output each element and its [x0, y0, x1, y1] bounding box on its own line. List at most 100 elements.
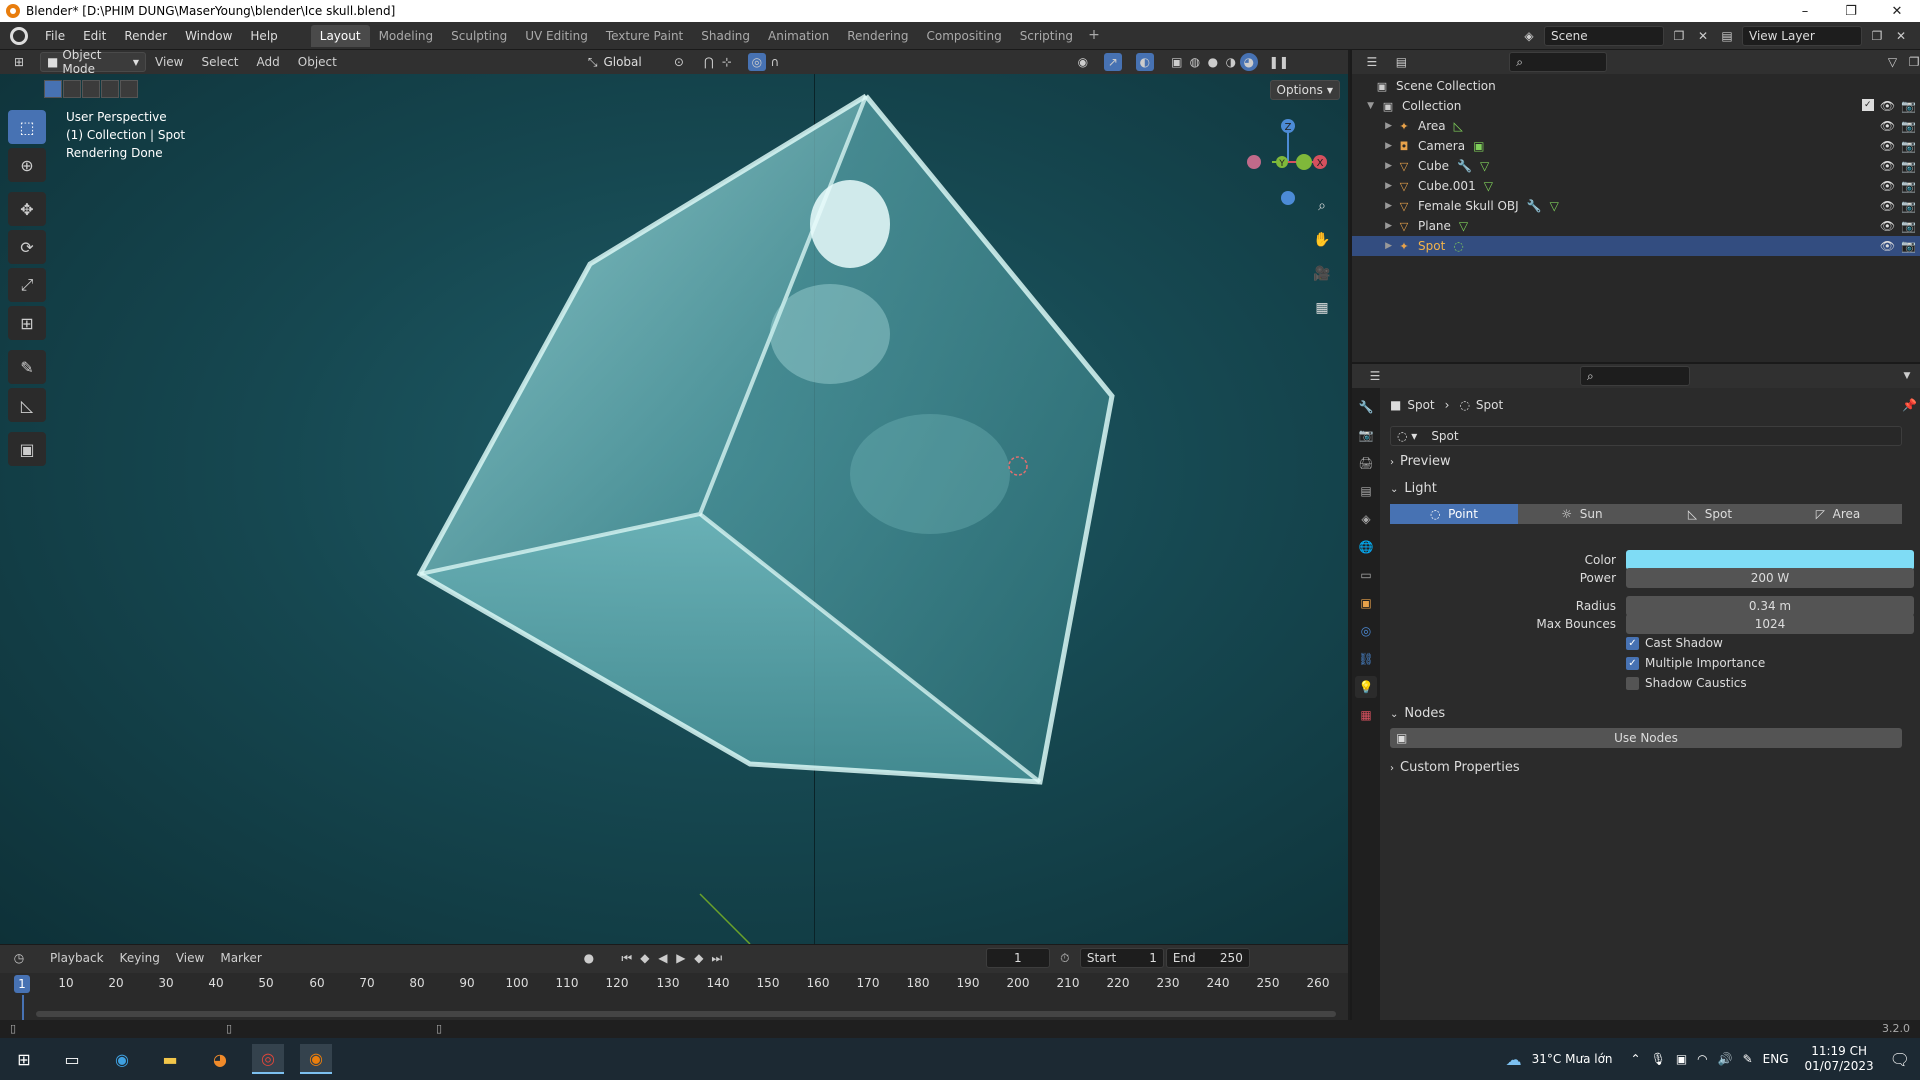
menu-window[interactable]: Window: [176, 29, 241, 43]
eye-icon[interactable]: 👁: [1880, 159, 1895, 173]
menu-keying[interactable]: Keying: [112, 951, 168, 965]
pin-icon[interactable]: 📌: [1902, 398, 1917, 412]
volume-icon[interactable]: 🔊: [1718, 1052, 1733, 1066]
eye-icon[interactable]: 👁: [1880, 219, 1895, 233]
light-data-tab-icon[interactable]: 💡: [1355, 676, 1377, 698]
timeline-editor-type-icon[interactable]: ◷: [10, 949, 28, 967]
menu-marker[interactable]: Marker: [212, 951, 269, 965]
menu-render[interactable]: Render: [115, 29, 176, 43]
eye-icon[interactable]: 👁: [1880, 179, 1895, 193]
tab-shading[interactable]: Shading: [692, 25, 759, 47]
material-shading-icon[interactable]: ◑: [1222, 53, 1240, 71]
collapse-arrow-icon[interactable]: ▼: [1352, 101, 1374, 111]
light-type-point[interactable]: ◌ Point: [1390, 504, 1518, 524]
notification-icon[interactable]: 🗨: [1890, 1050, 1910, 1069]
outliner-item-cube[interactable]: ▶ ▽ Cube 🔧 ▽ 👁 📷: [1352, 156, 1920, 176]
world-tab-icon[interactable]: 🌐: [1355, 536, 1377, 558]
expand-arrow-icon[interactable]: ▶: [1352, 181, 1396, 191]
eye-icon[interactable]: 👁: [1880, 239, 1895, 253]
tab-compositing[interactable]: Compositing: [917, 25, 1010, 47]
chevron-up-icon[interactable]: ⌃: [1631, 1052, 1641, 1066]
solid-shading-icon[interactable]: ●: [1204, 53, 1222, 71]
tab-texture-paint[interactable]: Texture Paint: [597, 25, 692, 47]
menu-help[interactable]: Help: [241, 29, 286, 43]
add-workspace-button[interactable]: +: [1082, 25, 1106, 47]
mode-dropdown[interactable]: ■ Object Mode ▼: [40, 48, 146, 76]
blender-taskbar-icon[interactable]: ◉: [300, 1044, 332, 1074]
chrome-icon[interactable]: ◎: [252, 1044, 284, 1074]
task-view-icon[interactable]: ▭: [56, 1044, 88, 1074]
camera-render-icon[interactable]: 📷: [1901, 119, 1916, 133]
microphone-icon[interactable]: 🎙: [1651, 1052, 1666, 1066]
outliner-item-camera[interactable]: ▶ ◘ Camera ▣ 👁 📷: [1352, 136, 1920, 156]
display-mode-icon[interactable]: ▤: [1394, 53, 1410, 71]
stopwatch-icon[interactable]: ⏱: [1056, 949, 1074, 967]
outliner-collection[interactable]: ▼ ▣ Collection ✓ 👁 📷: [1352, 96, 1920, 116]
outliner-item-cube-001[interactable]: ▶ ▽ Cube.001 ▽ 👁 📷: [1352, 176, 1920, 196]
max-bounces-field[interactable]: 1024: [1626, 614, 1914, 634]
falloff-icon[interactable]: ∩: [766, 53, 784, 71]
pause-render-icon[interactable]: ❚❚: [1269, 53, 1289, 71]
language-label[interactable]: ENG: [1763, 1052, 1789, 1066]
orientation-dropdown[interactable]: ⤡ Global: [582, 52, 658, 72]
output-tab-icon[interactable]: 🖨: [1355, 452, 1377, 474]
texture-tab-icon[interactable]: ▦: [1355, 704, 1377, 726]
record-icon[interactable]: ●: [580, 949, 598, 967]
new-collection-icon[interactable]: ❐: [1906, 53, 1920, 71]
menu-edit[interactable]: Edit: [74, 29, 115, 43]
outliner-item-spot[interactable]: ▶ ✦ Spot ◌ 👁 📷: [1352, 236, 1920, 256]
eye-icon[interactable]: 👁: [1880, 199, 1895, 213]
menu-select[interactable]: Select: [192, 55, 247, 69]
menu-timeline-view[interactable]: View: [168, 951, 212, 965]
section-custom-properties[interactable]: › Custom Properties: [1390, 760, 1920, 775]
collection-tab-icon[interactable]: ▭: [1355, 564, 1377, 586]
ortho-grid-icon[interactable]: ▦: [1310, 296, 1334, 320]
outliner-search-input[interactable]: ⌕: [1509, 52, 1607, 72]
outliner-item-plane[interactable]: ▶ ▽ Plane ▽ 👁 📷: [1352, 216, 1920, 236]
view-layer-tab-icon[interactable]: ▤: [1355, 480, 1377, 502]
timeline-ruler[interactable]: 1 10 20 30 40 50 60 70 80 90 100 110 120…: [0, 973, 1348, 995]
section-light[interactable]: ⌄ Light: [1390, 481, 1920, 496]
filter-icon[interactable]: ▽: [1885, 53, 1901, 71]
modifiers-tab-icon[interactable]: ◎: [1355, 620, 1377, 642]
chevron-down-icon[interactable]: ▼: [1898, 367, 1916, 385]
file-explorer-icon[interactable]: ▬: [154, 1044, 186, 1074]
pan-hand-icon[interactable]: ✋: [1310, 228, 1334, 252]
editor-type-icon[interactable]: ⊞: [10, 53, 28, 71]
tab-layout[interactable]: Layout: [310, 24, 370, 47]
scene-icon[interactable]: ◈: [1520, 27, 1538, 45]
section-preview[interactable]: › Preview: [1390, 454, 1920, 469]
expand-arrow-icon[interactable]: ▶: [1352, 121, 1396, 131]
expand-arrow-icon[interactable]: ▶: [1352, 221, 1396, 231]
scene-name-field[interactable]: Scene: [1544, 26, 1664, 46]
rendered-shading-icon[interactable]: ◕: [1239, 53, 1258, 71]
view-layer-field[interactable]: View Layer: [1742, 26, 1862, 46]
new-view-layer-icon[interactable]: ❐: [1868, 27, 1886, 45]
windows-start-icon[interactable]: ⊞: [8, 1044, 40, 1074]
radius-field[interactable]: 0.34 m: [1626, 596, 1914, 616]
camera-render-icon[interactable]: 📷: [1901, 99, 1916, 113]
eye-icon[interactable]: 👁: [1880, 139, 1895, 153]
gizmo-neg-x-icon[interactable]: [1247, 155, 1261, 169]
zoom-icon[interactable]: ⌕: [1310, 194, 1334, 218]
tab-scripting[interactable]: Scripting: [1011, 25, 1082, 47]
delete-scene-icon[interactable]: ✕: [1694, 27, 1712, 45]
play-reverse-icon[interactable]: ◀: [654, 949, 672, 967]
constraints-tab-icon[interactable]: ⛓: [1355, 648, 1377, 670]
color-swatch[interactable]: [1626, 550, 1914, 570]
eye-icon[interactable]: 👁: [1880, 119, 1895, 133]
cast-shadow-checkbox[interactable]: ✓ Cast Shadow: [1626, 636, 1723, 650]
use-nodes-button[interactable]: ▣ Use Nodes: [1390, 728, 1902, 748]
properties-search-input[interactable]: ⌕: [1580, 366, 1690, 386]
camera-render-icon[interactable]: 📷: [1901, 199, 1916, 213]
shadow-caustics-checkbox[interactable]: Shadow Caustics: [1626, 676, 1747, 690]
menu-file[interactable]: File: [36, 29, 74, 43]
wireframe-shading-icon[interactable]: ◍: [1186, 53, 1204, 71]
view-layer-icon[interactable]: ▤: [1718, 27, 1736, 45]
camera-render-icon[interactable]: 📷: [1901, 179, 1916, 193]
pivot-point-icon[interactable]: ⊙: [670, 53, 688, 71]
scene-tab-icon[interactable]: ◈: [1355, 508, 1377, 530]
menu-object[interactable]: Object: [289, 55, 346, 69]
expand-arrow-icon[interactable]: ▶: [1352, 141, 1396, 151]
expand-arrow-icon[interactable]: ▶: [1352, 161, 1396, 171]
